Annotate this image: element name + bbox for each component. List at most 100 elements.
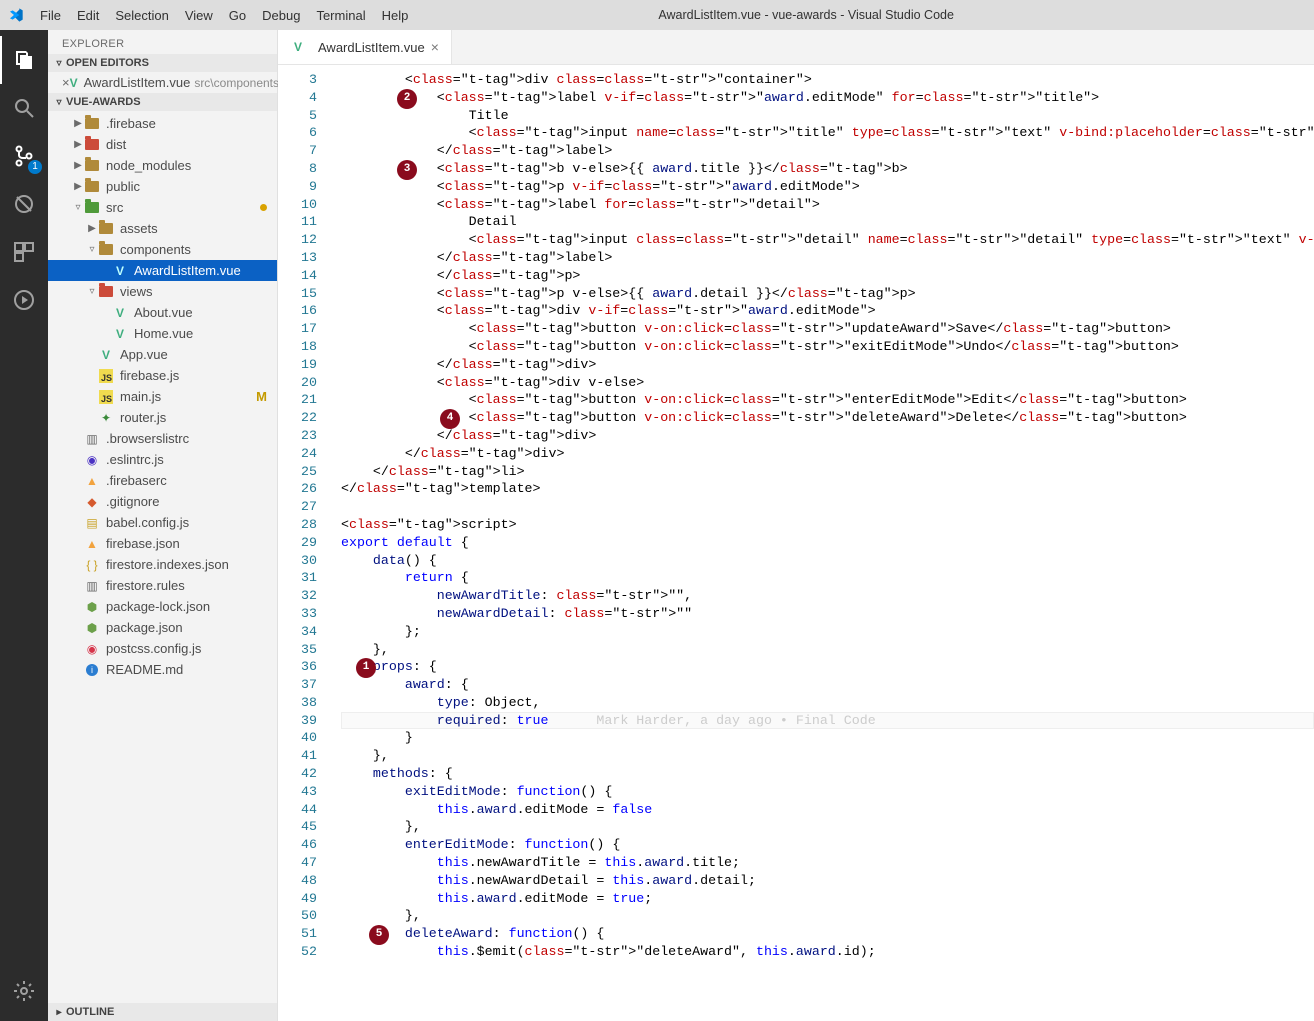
vue-icon: V [112,263,128,279]
vscode-icon [8,7,32,23]
folder-row[interactable]: ▶node_modules [48,155,277,176]
folder-row[interactable]: ▿components [48,239,277,260]
firebase-icon: ▲ [84,473,100,489]
twisty-icon: ▿ [86,286,98,297]
folder-icon [84,116,100,132]
modified-badge: M [256,389,267,404]
open-editor-name: AwardListItem.vue [84,75,191,90]
tab-label: AwardListItem.vue [318,40,425,55]
twisty-icon: ▶ [72,181,84,192]
file-row[interactable]: iREADME.md [48,659,277,680]
folder-row[interactable]: ▶ assets [48,218,277,239]
tree-label: assets [120,221,158,236]
menu-debug[interactable]: Debug [254,8,308,23]
folder-row[interactable]: ▶ public [48,176,277,197]
project-label: VUE-AWARDS [66,96,141,108]
git-icon: ◆ [84,494,100,510]
tree-label: public [106,179,140,194]
file-row[interactable]: JSfirebase.js [48,365,277,386]
open-editor-item[interactable]: × V AwardListItem.vue src\components [48,72,277,93]
open-editors-section[interactable]: ▿ OPEN EDITORS [48,54,277,72]
outline-section[interactable]: ▸ OUTLINE [48,1003,277,1021]
tree-label: Home.vue [134,326,193,341]
menu-edit[interactable]: Edit [69,8,107,23]
twisty-icon: ▶ [86,223,98,234]
outline-label: OUTLINE [66,1006,114,1018]
file-row[interactable]: ◉.eslintrc.js [48,449,277,470]
vue-icon: V [98,347,114,363]
folder-row[interactable]: ▿views [48,281,277,302]
file-row[interactable]: ✦router.js [48,407,277,428]
project-section[interactable]: ▿ VUE-AWARDS [48,93,277,111]
folder-icon [84,179,100,195]
tree-label: .gitignore [106,494,159,509]
line-gutter: 3456789101112131415161718192021222324252… [278,65,333,1021]
twisty-icon: ▶ [72,160,84,171]
package-icon: ⬢ [84,599,100,615]
activity-explorer[interactable] [0,36,48,84]
folder-icon [98,221,114,237]
code-area[interactable]: 3456789101112131415161718192021222324252… [278,65,1314,1021]
tree-label: firebase.json [106,536,180,551]
menu-go[interactable]: Go [221,8,254,23]
file-row[interactable]: ▲.firebaserc [48,470,277,491]
vue-icon: V [112,326,128,342]
file-row[interactable]: V Home.vue [48,323,277,344]
file-row[interactable]: V About.vue [48,302,277,323]
sidebar-title: EXPLORER [48,30,277,54]
package-icon: ⬢ [84,620,100,636]
tree-label: AwardListItem.vue [134,263,241,278]
file-row[interactable]: { }firestore.indexes.json [48,554,277,575]
file-row[interactable]: ▲firebase.json [48,533,277,554]
close-icon[interactable]: × [431,39,439,55]
folder-icon [98,242,114,258]
editor-tabs: V AwardListItem.vue × [278,30,1314,65]
file-row[interactable]: VApp.vue [48,344,277,365]
tree-label: README.md [106,662,183,677]
tree-label: About.vue [134,305,193,320]
file-row[interactable]: ▥.browserslistrc [48,428,277,449]
file-tree: ▶.firebase▶dist▶node_modules▶public▿src▶… [48,111,277,684]
vue-icon: V [70,75,78,91]
titlebar: File Edit Selection View Go Debug Termin… [0,0,1314,30]
menu-help[interactable]: Help [374,8,417,23]
menu-terminal[interactable]: Terminal [308,8,373,23]
file-row[interactable]: ⬢ package-lock.json [48,596,277,617]
vue-icon: V [112,305,128,321]
file-row[interactable]: ◉postcss.config.js [48,638,277,659]
tree-label: package-lock.json [106,599,210,614]
folder-row[interactable]: ▿src [48,197,277,218]
folder-icon [84,137,100,153]
activity-bar: 1 [0,30,48,1021]
file-row[interactable]: ▥firestore.rules [48,575,277,596]
json-icon: { } [84,557,100,573]
file-row[interactable]: V AwardListItem.vue [48,260,277,281]
activity-extensions[interactable] [0,228,48,276]
activity-scm[interactable]: 1 [0,132,48,180]
scm-badge: 1 [28,160,42,174]
tab-awardlistitem[interactable]: V AwardListItem.vue × [278,30,452,64]
activity-settings[interactable] [0,967,48,1015]
folder-icon [98,284,114,300]
menu-file[interactable]: File [32,8,69,23]
window-title: AwardListItem.vue - vue-awards - Visual … [416,8,1196,22]
folder-row[interactable]: ▶dist [48,134,277,155]
file-row[interactable]: ◆ .gitignore [48,491,277,512]
chevron-down-icon: ▿ [52,58,66,69]
twisty-icon: ▶ [72,139,84,150]
modified-dot [260,204,267,211]
code-content[interactable]: <class="t-tag">div class=class="t-str">"… [333,65,1314,1021]
file-row[interactable]: ▤babel.config.js [48,512,277,533]
menu-selection[interactable]: Selection [107,8,176,23]
chevron-down-icon: ▿ [52,97,66,108]
close-icon[interactable]: × [62,75,70,90]
file-row[interactable]: JSmain.jsM [48,386,277,407]
folder-row[interactable]: ▶.firebase [48,113,277,134]
activity-references[interactable] [0,276,48,324]
file-row[interactable]: ⬢package.json [48,617,277,638]
sidebar: EXPLORER ▿ OPEN EDITORS × V AwardListIte… [48,30,278,1021]
activity-debug-alt[interactable] [0,180,48,228]
chevron-right-icon: ▸ [52,1007,66,1018]
activity-search[interactable] [0,84,48,132]
menu-view[interactable]: View [177,8,221,23]
